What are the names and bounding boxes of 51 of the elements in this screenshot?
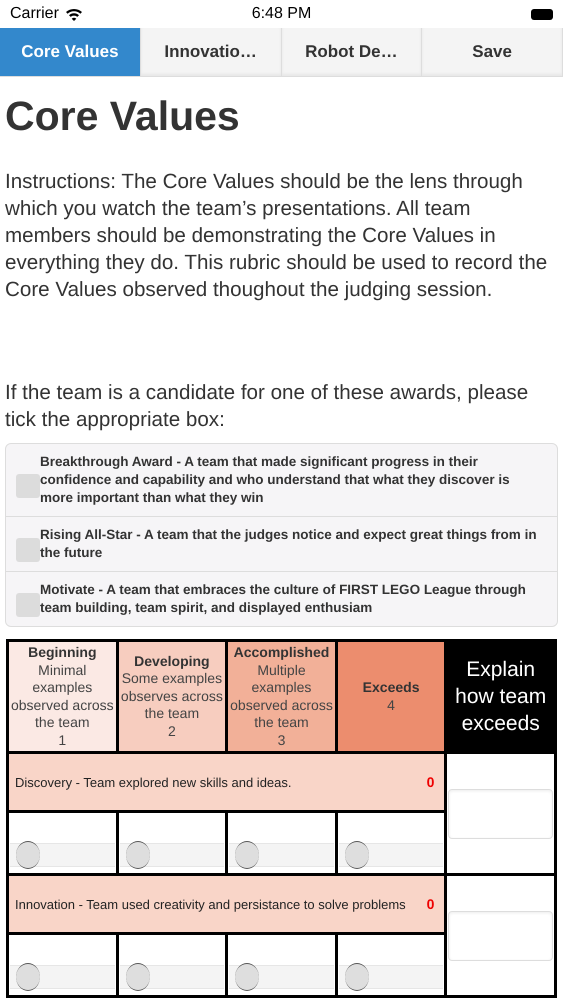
award-label: Motivate - A team that embraces the culture of FIRST LEGO League through team building, team spirit, and displayed enthusiam	[40, 581, 527, 617]
clock: 6:48 PM	[252, 5, 312, 23]
criterion-label: Innovation - Team used creativity and persistance to solve problems	[15, 896, 406, 912]
instructions-text: Instructions: The Core Values should be the lens through which you watch the team’s presentations. All team members should be demonstrating the Core Values in everything they do. This rubric should be used to record the Core Values observed thoughout the judging session.	[4, 169, 548, 303]
level-score: 3	[276, 732, 286, 749]
level-score: 4	[386, 696, 396, 714]
rating-slider[interactable]	[338, 843, 444, 867]
rating-slider[interactable]	[120, 965, 224, 989]
explanation-field[interactable]	[448, 910, 553, 960]
awards-prompt: If the team is a candidate for one of these awards, please tick the appropriate box:	[4, 380, 530, 433]
award-checkbox[interactable]	[16, 474, 40, 498]
tab[interactable]: Core Values	[0, 28, 141, 76]
level-name: Exceeds	[362, 679, 420, 696]
criterion-label: Discovery - Team explored new skills and ideas.	[15, 774, 292, 790]
carrier-name: Carrier	[10, 5, 59, 23]
level-name: Beginning	[27, 644, 98, 662]
award-checkbox[interactable]	[16, 538, 40, 562]
rating-slider[interactable]	[10, 965, 115, 989]
slider-thumb[interactable]	[344, 841, 369, 869]
rating-slider[interactable]	[120, 843, 224, 867]
wifi-icon	[64, 7, 83, 21]
slider-thumb[interactable]	[16, 963, 40, 991]
slider-thumb[interactable]	[344, 963, 369, 991]
level-name: Developing	[133, 652, 211, 670]
slider-thumb[interactable]	[16, 841, 40, 869]
level-score: 2	[166, 722, 177, 740]
page-title: Core Values	[5, 93, 241, 140]
award-label: Breakthrough Award - A team that made significant progress in their confidence and capability and who understand that what they discover is more important than what they win	[40, 453, 511, 507]
rating-slider[interactable]	[229, 843, 334, 867]
level-score: 1	[57, 732, 68, 749]
criterion-score: 0	[426, 774, 434, 790]
rating-slider[interactable]	[338, 965, 444, 989]
level-name: Accomplished	[232, 644, 330, 662]
tab[interactable]: Save	[422, 28, 563, 76]
award-label: Rising All-Star - A team that the judges notice and expect great things from in the future	[40, 526, 538, 562]
explain-header: Explain how team exceeds	[446, 640, 556, 752]
level-description: Some examples observes across the team	[120, 670, 224, 723]
rating-slider[interactable]	[10, 843, 115, 867]
slider-thumb[interactable]	[126, 963, 150, 991]
level-description: Minimal examples observed across the team	[10, 662, 115, 732]
award-checkbox[interactable]	[16, 593, 40, 617]
criterion-score: 0	[426, 896, 434, 912]
battery-icon	[531, 8, 553, 20]
slider-thumb[interactable]	[126, 841, 150, 869]
slider-thumb[interactable]	[235, 963, 260, 991]
tab[interactable]: Robot De…	[282, 28, 422, 76]
explanation-field[interactable]	[448, 788, 553, 838]
rating-slider[interactable]	[229, 965, 334, 989]
level-description: Multiple examples observed across the team	[229, 662, 334, 732]
tab[interactable]: Innovatio…	[140, 28, 282, 76]
slider-thumb[interactable]	[235, 841, 260, 869]
